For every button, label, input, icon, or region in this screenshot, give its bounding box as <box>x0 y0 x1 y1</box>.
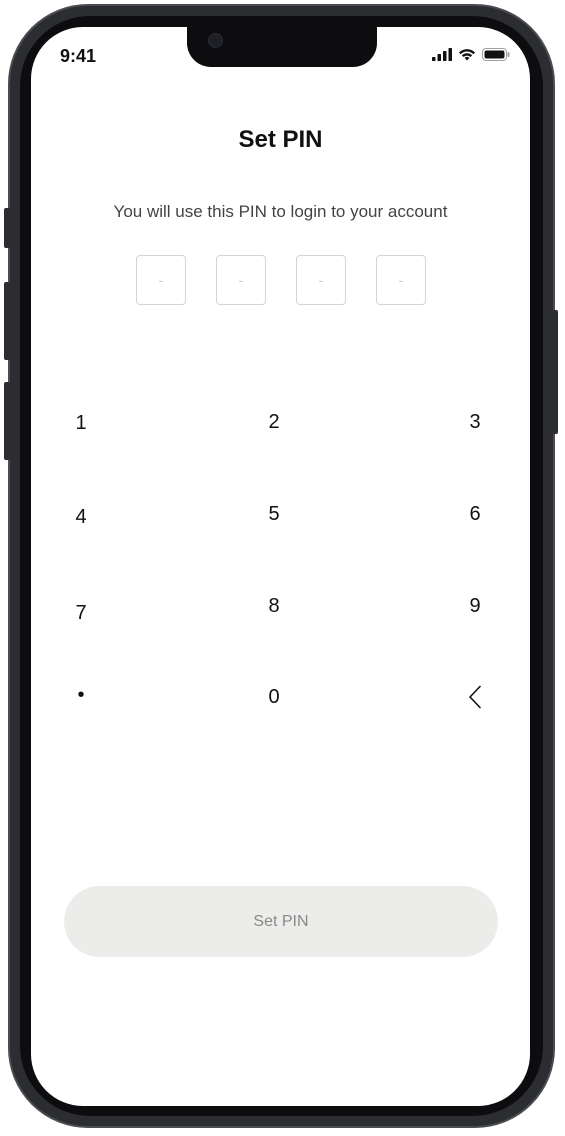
keypad-key-dot[interactable]: • <box>51 675 111 715</box>
keypad-key-2[interactable]: 2 <box>244 402 304 442</box>
keypad-key-9[interactable]: 9 <box>445 586 505 626</box>
keypad-key-3[interactable]: 3 <box>445 402 505 442</box>
set-pin-button[interactable]: Set PIN <box>64 886 498 957</box>
status-time: 9:41 <box>60 46 97 66</box>
keypad-key-8[interactable]: 8 <box>244 586 304 626</box>
cellular-signal-icon <box>432 48 452 61</box>
keypad-key-7[interactable]: 7 <box>51 593 111 633</box>
keypad-key-4[interactable]: 4 <box>51 497 111 537</box>
keypad-key-6[interactable]: 6 <box>445 494 505 534</box>
page-subtitle: You will use this PIN to login to your a… <box>113 202 448 221</box>
keypad-key-1[interactable]: 1 <box>51 403 111 443</box>
volume-up-button <box>4 282 10 360</box>
battery-icon <box>482 48 510 61</box>
keypad-key-5[interactable]: 5 <box>244 494 304 534</box>
keypad-key-0[interactable]: 0 <box>244 677 304 717</box>
notch <box>187 27 377 67</box>
mute-switch <box>4 208 10 248</box>
pin-digit-2[interactable]: - <box>216 255 266 305</box>
app-screen: 9:41 Set PIN You will use this PIN to lo… <box>31 27 530 1106</box>
volume-down-button <box>4 382 10 460</box>
pin-digit-3[interactable]: - <box>296 255 346 305</box>
pin-digit-1[interactable]: - <box>136 255 186 305</box>
status-icons <box>432 48 510 61</box>
pin-input-group[interactable]: - - - - <box>136 255 426 305</box>
keypad-backspace-button[interactable] <box>445 677 505 717</box>
front-camera-icon <box>208 33 223 48</box>
power-button <box>552 310 558 434</box>
pin-digit-4[interactable]: - <box>376 255 426 305</box>
wifi-icon <box>459 49 475 61</box>
chevron-left-icon <box>469 685 481 709</box>
page-title: Set PIN <box>238 126 323 153</box>
